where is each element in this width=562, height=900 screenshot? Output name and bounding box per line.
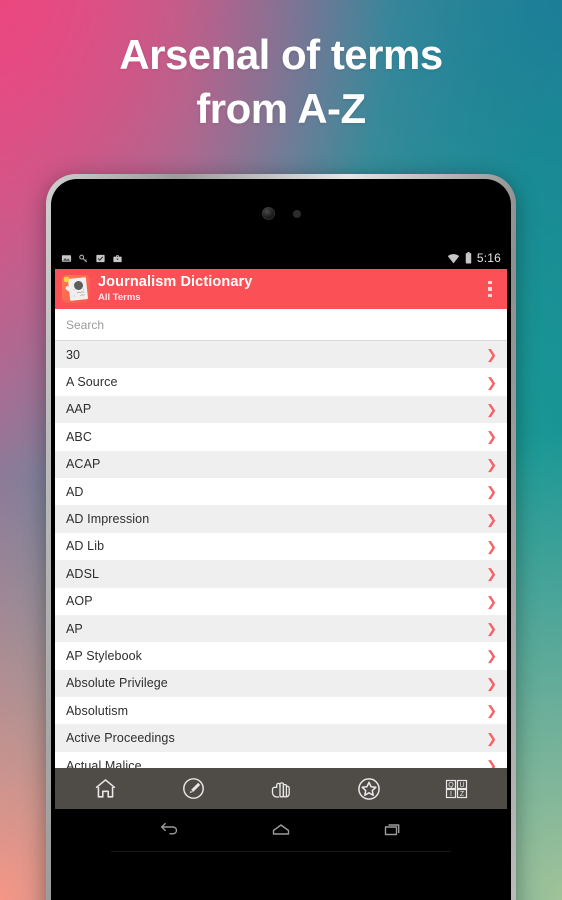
- svg-text:Z: Z: [460, 791, 465, 798]
- chevron-right-icon: ❯: [486, 675, 497, 691]
- list-item-label: 30: [66, 347, 81, 362]
- list-item[interactable]: AD ❯: [55, 477, 507, 506]
- overflow-dot: [488, 280, 492, 285]
- list-item-label: Absolute Privilege: [66, 676, 168, 691]
- svg-text:I: I: [450, 791, 452, 798]
- app-subtitle: All Terms: [98, 291, 141, 303]
- image-notification-icon: [61, 254, 72, 262]
- microphone-head-shape: [74, 281, 83, 290]
- list-item-label: AD Impression: [66, 512, 150, 527]
- list-item-label: Actual Malice: [66, 758, 142, 768]
- list-item[interactable]: Absolute Privilege ❯: [55, 669, 507, 698]
- search-bar[interactable]: [55, 309, 507, 341]
- search-input[interactable]: [66, 317, 507, 332]
- list-item-label: AOP: [66, 594, 93, 609]
- chevron-right-icon: ❯: [486, 648, 497, 664]
- overflow-menu-icon[interactable]: [479, 272, 501, 306]
- promo-headline: Arsenal of terms from A-Z: [0, 28, 562, 136]
- list-item[interactable]: AP Stylebook ❯: [55, 642, 507, 670]
- status-clock: 5:16: [476, 251, 501, 265]
- android-home-icon[interactable]: [264, 817, 298, 843]
- svg-text:Q: Q: [448, 782, 454, 789]
- battery-icon: [465, 252, 472, 264]
- list-item-label: AD Lib: [66, 539, 105, 554]
- chevron-right-icon: ❯: [486, 347, 497, 363]
- list-item-label: AD: [66, 484, 84, 499]
- list-item[interactable]: A Source ❯: [55, 368, 507, 396]
- list-item[interactable]: ABC ❯: [55, 423, 507, 451]
- pen-circle-icon[interactable]: [173, 772, 213, 806]
- android-back-icon[interactable]: [152, 817, 186, 843]
- journalism-dictionary-app-icon: [62, 275, 90, 303]
- overflow-dot: [488, 293, 492, 298]
- chevron-right-icon: ❯: [486, 456, 497, 472]
- list-item-label: AP Stylebook: [66, 648, 143, 663]
- wifi-icon: [447, 253, 460, 263]
- app-bar-titles: Journalism Dictionary All Terms: [98, 275, 479, 302]
- list-item-label: Absolutism: [66, 703, 129, 718]
- phone-device-frame: 5:16 Journalism Dictionary All Terms Sea…: [46, 174, 516, 900]
- list-item[interactable]: AAP ❯: [55, 395, 507, 424]
- chevron-right-icon: ❯: [486, 566, 497, 582]
- list-item[interactable]: AD Impression ❯: [55, 505, 507, 533]
- chevron-right-icon: ❯: [486, 730, 497, 746]
- headline-line-1: Arsenal of terms: [119, 31, 443, 78]
- android-recents-icon[interactable]: [376, 817, 410, 843]
- list-item[interactable]: AP ❯: [55, 614, 507, 643]
- pencil-tip-shape: [64, 277, 69, 282]
- list-item-label: ACAP: [66, 457, 101, 472]
- chevron-right-icon: ❯: [486, 484, 497, 500]
- camera-dot-icon: [261, 207, 275, 220]
- device-sensor-row: [51, 207, 511, 220]
- list-item[interactable]: 30 ❯: [55, 341, 507, 369]
- android-navigation-bar: [51, 809, 511, 851]
- svg-text:U: U: [459, 782, 464, 789]
- app-action-bar: Journalism Dictionary All Terms: [55, 269, 507, 309]
- proximity-sensor-icon: [292, 209, 301, 218]
- list-item-label: AP: [66, 621, 83, 636]
- hand-vote-icon[interactable]: [261, 772, 301, 806]
- home-icon[interactable]: [85, 772, 125, 806]
- briefcase-notification-icon: [113, 254, 122, 262]
- list-item[interactable]: Active Proceedings ❯: [55, 724, 507, 752]
- chevron-right-icon: ❯: [486, 401, 497, 417]
- nav-bar-divider: [111, 851, 451, 852]
- list-item-label: AAP: [66, 402, 92, 417]
- status-system-icons: 5:16: [447, 251, 501, 265]
- list-item[interactable]: Absolutism ❯: [55, 697, 507, 725]
- status-notification-icons: [61, 253, 123, 264]
- overflow-dot: [488, 287, 492, 291]
- chevron-right-icon: ❯: [486, 621, 497, 637]
- list-item[interactable]: AD Lib ❯: [55, 532, 507, 561]
- list-item-label: Active Proceedings: [66, 731, 175, 746]
- list-item-label: A Source: [66, 375, 118, 390]
- app-title: Journalism Dictionary: [98, 274, 253, 291]
- android-status-bar: 5:16: [51, 247, 511, 269]
- headline-line-2: from A-Z: [196, 85, 366, 132]
- list-item[interactable]: Actual Malice ❯: [55, 751, 507, 768]
- term-list[interactable]: 30 ❯ A Source ❯ AAP ❯ ABC ❯ ACAP ❯ AD ❯ AD Impressio…: [55, 341, 507, 768]
- list-item[interactable]: ADSL ❯: [55, 560, 507, 588]
- list-item[interactable]: ACAP ❯: [55, 450, 507, 478]
- key-notification-icon: [79, 254, 88, 263]
- chevron-right-icon: ❯: [486, 703, 497, 719]
- chevron-right-icon: ❯: [486, 511, 497, 527]
- chevron-right-icon: ❯: [486, 593, 497, 609]
- phone-screen-body: 5:16 Journalism Dictionary All Terms Sea…: [51, 179, 511, 900]
- star-icon[interactable]: [349, 772, 389, 806]
- checkbox-notification-icon: [96, 254, 105, 262]
- list-item-label: ABC: [66, 429, 93, 444]
- chevron-right-icon: ❯: [486, 538, 497, 554]
- chevron-right-icon: ❯: [486, 374, 497, 390]
- chevron-right-icon: ❯: [486, 429, 497, 445]
- app-bottom-toolbar: Q U I Z: [55, 768, 507, 809]
- list-item[interactable]: AOP ❯: [55, 587, 507, 615]
- list-item-label: ADSL: [66, 566, 100, 581]
- quiz-grid-icon[interactable]: Q U I Z: [437, 772, 477, 806]
- app-screen: Journalism Dictionary All Terms 30❯A Sou…: [55, 269, 507, 809]
- chevron-right-icon: ❯: [486, 758, 497, 768]
